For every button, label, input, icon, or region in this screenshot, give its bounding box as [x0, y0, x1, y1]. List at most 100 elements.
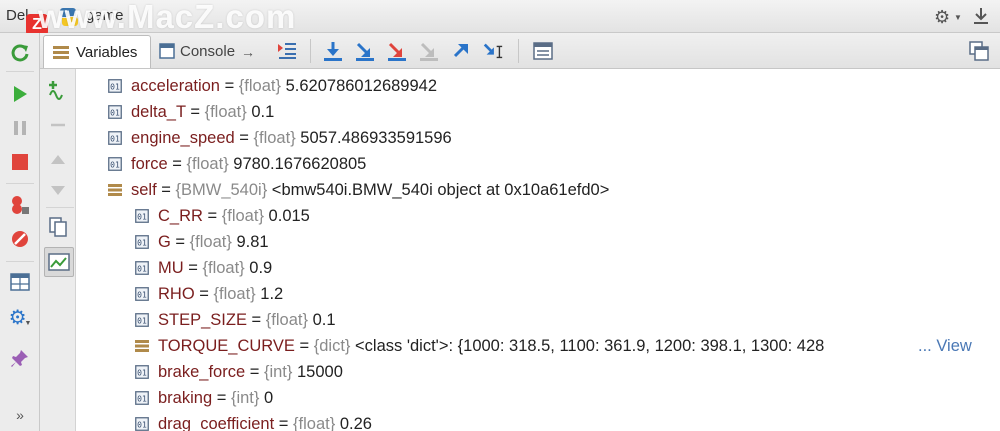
variable-row[interactable]: 01 acceleration = {float} 5.6207860126899…	[76, 74, 1000, 100]
view-link[interactable]: ... View	[914, 337, 972, 356]
variables-tree[interactable]: 01 acceleration = {float} 5.6207860126899…	[76, 69, 1000, 431]
mute-breakpoints-icon[interactable]	[8, 227, 32, 251]
variable-name: self	[131, 181, 157, 199]
variable-type: {dict}	[313, 337, 351, 355]
svg-text:01: 01	[137, 291, 147, 300]
copy-icon[interactable]	[46, 215, 70, 239]
variable-text: self = {BMW_540i} <bmw540i.BMW_540i obje…	[131, 181, 610, 199]
variable-name: G	[158, 233, 171, 251]
object-icon	[135, 340, 149, 352]
step-into-icon[interactable]	[354, 40, 376, 62]
variable-type: {int}	[263, 363, 293, 381]
step-over-icon[interactable]	[322, 40, 344, 62]
variable-type: {float}	[186, 155, 229, 173]
variable-name: braking	[158, 389, 213, 407]
variable-row[interactable]: 01 force = {float} 9780.1676620805	[76, 152, 1000, 178]
move-up-icon[interactable]	[46, 147, 70, 171]
remove-watch-icon[interactable]	[46, 113, 70, 137]
primitive-icon: 01	[135, 313, 149, 327]
variable-row[interactable]: 01 engine_speed = {float} 5057.4869335915…	[76, 126, 1000, 152]
variable-row[interactable]: 01 braking = {int} 0	[76, 386, 1000, 412]
variable-row[interactable]: TORQUE_CURVE = {dict} <class 'dict'>: {1…	[76, 334, 1000, 360]
force-step-into-icon[interactable]	[418, 40, 440, 62]
primitive-icon: 01	[135, 391, 149, 405]
variable-type: {float}	[189, 233, 232, 251]
variable-row[interactable]: 01 C_RR = {float} 0.015	[76, 204, 1000, 230]
show-values-inline-icon[interactable]	[44, 247, 74, 277]
variable-row[interactable]: 01 RHO = {float} 1.2	[76, 282, 1000, 308]
variable-value: <class 'dict'>: {1000: 318.5, 1100: 361.…	[350, 337, 825, 355]
variable-type: {float}	[202, 259, 245, 277]
variable-text: engine_speed = {float} 5057.486933591596	[131, 129, 452, 147]
variable-value: 0.9	[244, 259, 273, 277]
restore-layout-icon[interactable]	[968, 40, 990, 62]
download-icon[interactable]	[972, 6, 990, 26]
variable-row[interactable]: 01 G = {float} 9.81	[76, 230, 1000, 256]
primitive-icon: 01	[135, 365, 149, 379]
primitive-icon: 01	[108, 131, 122, 145]
gear-icon[interactable]: ⚙	[934, 7, 950, 28]
pin-icon[interactable]	[8, 346, 32, 370]
settings-icon[interactable]: ⚙ ▼	[8, 305, 32, 329]
primitive-icon: 01	[135, 209, 149, 223]
variable-name: drag_coefficient	[158, 415, 275, 431]
layout-icon[interactable]	[8, 270, 32, 294]
arrow-right-icon[interactable]: →	[241, 44, 255, 60]
primitive-icon: 01	[135, 235, 149, 249]
variable-value: 15000	[292, 363, 343, 381]
chevron-down-icon[interactable]: ▼	[954, 13, 962, 22]
variable-row[interactable]: 01 MU = {float} 0.9	[76, 256, 1000, 282]
rerun-icon[interactable]	[8, 41, 32, 65]
variable-row[interactable]: self = {BMW_540i} <bmw540i.BMW_540i obje…	[76, 178, 1000, 204]
variable-name: TORQUE_CURVE	[158, 337, 295, 355]
object-icon	[108, 184, 122, 196]
variable-type: {float}	[253, 129, 296, 147]
tab-variables[interactable]: Variables	[43, 35, 151, 68]
step-into-my-code-icon[interactable]	[386, 40, 408, 62]
svg-text:01: 01	[110, 109, 120, 118]
show-execution-point-icon[interactable]	[276, 40, 298, 62]
new-watch-icon[interactable]	[46, 79, 70, 103]
primitive-icon: 01	[135, 287, 149, 301]
variable-text: acceleration = {float} 5.620786012689942	[131, 77, 438, 95]
resume-icon[interactable]	[8, 82, 32, 106]
view-breakpoints-icon[interactable]	[8, 193, 32, 217]
variable-text: delta_T = {float} 0.1	[131, 103, 275, 121]
variable-value: 0.015	[263, 207, 310, 225]
run-to-cursor-icon[interactable]	[482, 40, 504, 62]
variable-value: 1.2	[255, 285, 284, 303]
tab-label: Variables	[76, 43, 138, 61]
title-bar: Del Z game www.MacZ.com ⚙ ▼	[0, 0, 1000, 36]
pause-icon[interactable]	[8, 116, 32, 140]
variable-name: acceleration	[131, 77, 220, 95]
variable-value: 0	[259, 389, 274, 407]
stop-icon[interactable]	[8, 150, 32, 174]
svg-text:01: 01	[137, 317, 147, 326]
tab-console[interactable]: Console →	[154, 35, 272, 68]
variable-text: STEP_SIZE = {float} 0.1	[158, 311, 336, 329]
variable-name: C_RR	[158, 207, 203, 225]
variable-row[interactable]: 01 delta_T = {float} 0.1	[76, 100, 1000, 126]
variable-text: brake_force = {int} 15000	[158, 363, 343, 381]
evaluate-expression-icon[interactable]	[532, 40, 554, 62]
svg-text:01: 01	[137, 213, 147, 222]
variable-row[interactable]: 01 STEP_SIZE = {float} 0.1	[76, 308, 1000, 334]
primitive-icon: 01	[108, 79, 122, 93]
variable-name: engine_speed	[131, 129, 235, 147]
variable-type: {float}	[238, 77, 282, 95]
variable-type: {float}	[221, 207, 264, 225]
variable-name: force	[131, 155, 168, 173]
tab-label: Console	[180, 43, 236, 60]
variable-row[interactable]: 01 drag_coefficient = {float} 0.26	[76, 412, 1000, 431]
more-icon[interactable]: »	[8, 403, 32, 427]
step-out-icon[interactable]	[450, 40, 472, 62]
move-down-icon[interactable]	[46, 179, 70, 203]
debugger-tab-bar: Variables Console →	[40, 33, 1000, 69]
variable-name: RHO	[158, 285, 195, 303]
debug-left-toolbar: ⚙ ▼ »	[0, 33, 40, 431]
variable-row[interactable]: 01 brake_force = {int} 15000	[76, 360, 1000, 386]
variable-value: 9780.1676620805	[228, 155, 367, 173]
variable-value: 0.1	[246, 103, 275, 121]
svg-text:01: 01	[137, 395, 147, 404]
variable-text: braking = {int} 0	[158, 389, 274, 407]
